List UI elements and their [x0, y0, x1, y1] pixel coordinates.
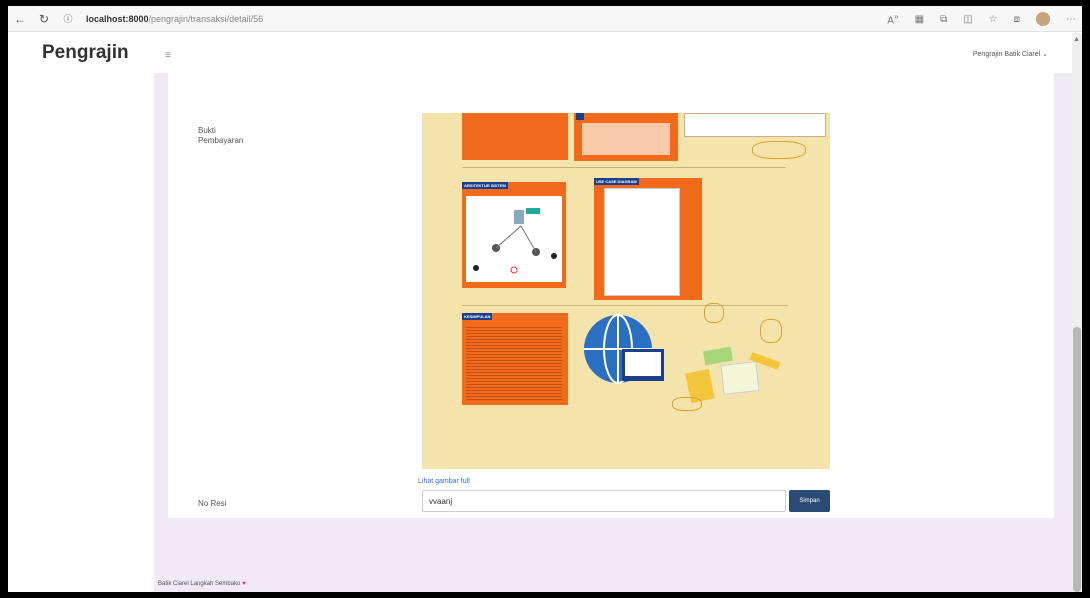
- poster-divider: [462, 167, 786, 168]
- grid-icon[interactable]: ▦: [915, 14, 924, 25]
- poster-tag: KESIMPULAN: [462, 313, 493, 320]
- poster-panel-arsitektur: ARSITEKTUR SISTEM: [462, 182, 566, 288]
- url-path: /pengrajin/transaksi/detail/56: [148, 13, 264, 24]
- poster-panel-usecase: USE CASE DIAGRAM: [594, 178, 702, 300]
- url-host: localhost:8000: [86, 13, 149, 24]
- globe-icon: [584, 314, 664, 384]
- no-resi-input[interactable]: vvaanj: [422, 490, 786, 512]
- use-case-diagram: [604, 188, 680, 296]
- split-icon[interactable]: ◫: [963, 14, 972, 25]
- poster-scribble: [672, 397, 702, 411]
- poster-divider: [462, 305, 788, 306]
- bukti-pembayaran-label: Bukti Pembayaran: [198, 126, 244, 145]
- info-icon[interactable]: ⓘ: [56, 12, 80, 25]
- poster-panel: [574, 113, 678, 161]
- sidebar: [8, 73, 154, 592]
- screen-frame: ← ↻ ⓘ localhost:8000/pengrajin/transaksi…: [8, 6, 1082, 592]
- detail-card: Bukti Pembayaran ARSITEKTUR SISTEM USE C…: [168, 73, 1054, 518]
- poster-tag: USE CASE DIAGRAM: [594, 178, 639, 185]
- scrollbar-thumb[interactable]: [1073, 327, 1081, 592]
- browser-toolbar: ← ↻ ⓘ localhost:8000/pengrajin/transaksi…: [8, 6, 1082, 32]
- heart-icon: ♥: [242, 581, 246, 587]
- lihat-gambar-full-link[interactable]: Lihat gambar full: [418, 478, 470, 485]
- conclusion-text-block: [466, 325, 562, 401]
- address-bar[interactable]: localhost:8000/pengrajin/transaksi/detai…: [86, 14, 263, 24]
- read-aloud-icon[interactable]: A»: [887, 11, 898, 26]
- poster-scribble: [760, 319, 782, 343]
- poster-text-block: [582, 123, 670, 155]
- poster-chart: [684, 113, 826, 137]
- more-icon[interactable]: ⋯: [1066, 14, 1076, 25]
- footer: Batik Ciarel Langkah Sembako ♥: [158, 581, 246, 587]
- sticky-note: [702, 346, 734, 366]
- bukti-pembayaran-image[interactable]: ARSITEKTUR SISTEM USE CASE DIAGRAM KESIM…: [422, 113, 830, 469]
- simpan-button[interactable]: Simpan: [789, 490, 830, 512]
- no-resi-label: No Resi: [198, 499, 227, 508]
- poster-panel-kesimpulan: KESIMPULAN: [462, 313, 568, 405]
- poster-tag: [576, 113, 585, 120]
- poster-tag: ARSITEKTUR SISTEM: [462, 182, 508, 189]
- poster-scribble: [752, 141, 806, 159]
- top-navbar: Pengrajin ≡ Pengrajin Batik Ciarel ⌄: [8, 33, 1072, 73]
- back-icon[interactable]: ←: [8, 12, 32, 26]
- user-menu[interactable]: Pengrajin Batik Ciarel ⌄: [973, 50, 1048, 58]
- tab-icon[interactable]: ⧉: [940, 14, 947, 25]
- favorites-icon[interactable]: ☆: [989, 14, 998, 25]
- poster-panel: [462, 113, 568, 160]
- reload-icon[interactable]: ↻: [32, 12, 56, 26]
- brand-title[interactable]: Pengrajin: [42, 42, 129, 64]
- footer-text: Batik Ciarel Langkah Sembako: [158, 581, 241, 587]
- poster-scribble: [704, 303, 724, 323]
- architecture-icon: [473, 208, 557, 274]
- collections-icon[interactable]: ⧈: [1014, 14, 1020, 25]
- architecture-diagram: [466, 196, 562, 282]
- scroll-up-icon[interactable]: ▲: [1073, 36, 1080, 43]
- menu-toggle-icon[interactable]: ≡: [165, 50, 171, 61]
- browser-tools: A» ▦ ⧉ ◫ ☆ ⧈ ⋯: [887, 6, 1076, 32]
- scrollbar[interactable]: ▲: [1072, 33, 1082, 592]
- app-area: Pengrajin ≡ Pengrajin Batik Ciarel ⌄ Buk…: [8, 33, 1082, 592]
- profile-icon[interactable]: [1036, 12, 1050, 26]
- sticky-note: [720, 361, 760, 395]
